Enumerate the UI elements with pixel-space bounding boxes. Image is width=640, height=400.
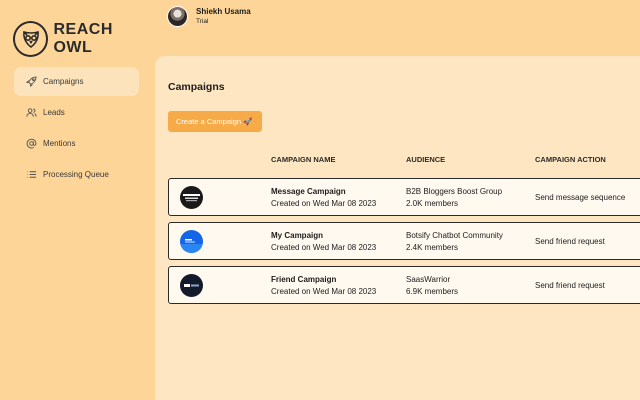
audience-members: 2.0K members [406, 199, 459, 208]
at-sign-icon [25, 138, 37, 150]
create-campaign-button[interactable]: Create a Campaign 🚀 [168, 111, 262, 132]
page-title: Campaigns [168, 81, 225, 93]
table-row[interactable]: My Campaign Created on Wed Mar 08 2023 B… [168, 222, 640, 260]
sidebar-item-mentions[interactable]: Mentions [14, 129, 139, 158]
user-plan: Trial [196, 18, 209, 25]
campaign-name: Message Campaign [271, 187, 346, 196]
campaign-name: My Campaign [271, 231, 324, 240]
group-thumbnail [180, 274, 203, 297]
table-row[interactable]: Friend Campaign Created on Wed Mar 08 20… [168, 266, 640, 304]
column-header-campaign-action[interactable]: CAMPAIGN ACTION [535, 155, 606, 164]
owl-logo-icon [13, 21, 49, 57]
sidebar-item-label: Processing Queue [43, 170, 109, 179]
audience-name: B2B Bloggers Boost Group [406, 187, 503, 196]
campaign-created-date: Created on Wed Mar 08 2023 [271, 287, 377, 296]
sidebar-nav: Campaigns Leads Mentions Processing Queu… [14, 67, 139, 191]
sidebar-item-label: Mentions [43, 139, 76, 148]
user-name: Shiekh Usama [196, 7, 251, 16]
audience-members: 2.4K members [406, 243, 459, 252]
table-row[interactable]: Message Campaign Created on Wed Mar 08 2… [168, 178, 640, 216]
sidebar-item-leads[interactable]: Leads [14, 98, 139, 127]
logo[interactable]: REACH OWL [13, 21, 155, 57]
sidebar-item-processing-queue[interactable]: Processing Queue [14, 160, 139, 189]
column-header-audience[interactable]: AUDIENCE [406, 155, 445, 164]
audience-name: SaasWarrior [406, 275, 451, 284]
campaign-name: Friend Campaign [271, 275, 337, 284]
avatar[interactable] [167, 6, 188, 27]
rocket-icon [25, 76, 37, 88]
main-panel: Campaigns Create a Campaign 🚀 CAMPAIGN N… [155, 56, 640, 400]
topbar: Shiekh Usama Trial [155, 0, 640, 56]
campaign-action: Send friend request [535, 237, 605, 246]
sidebar-item-label: Leads [43, 108, 65, 117]
sidebar-item-campaigns[interactable]: Campaigns [14, 67, 139, 96]
campaign-created-date: Created on Wed Mar 08 2023 [271, 199, 377, 208]
list-icon [25, 169, 37, 181]
sidebar-item-label: Campaigns [43, 77, 84, 86]
column-header-campaign-name[interactable]: CAMPAIGN NAME [271, 155, 335, 164]
campaign-created-date: Created on Wed Mar 08 2023 [271, 243, 377, 252]
users-icon [25, 107, 37, 119]
logo-text: REACH OWL [53, 21, 113, 56]
group-thumbnail [180, 186, 203, 209]
group-thumbnail [180, 230, 203, 253]
campaign-action: Send message sequence [535, 193, 626, 202]
audience-name: Botsify Chatbot Community [406, 231, 503, 240]
campaign-action: Send friend request [535, 281, 605, 290]
sidebar: REACH OWL Campaigns Leads Mentions Proce… [0, 0, 155, 400]
audience-members: 6.9K members [406, 287, 459, 296]
